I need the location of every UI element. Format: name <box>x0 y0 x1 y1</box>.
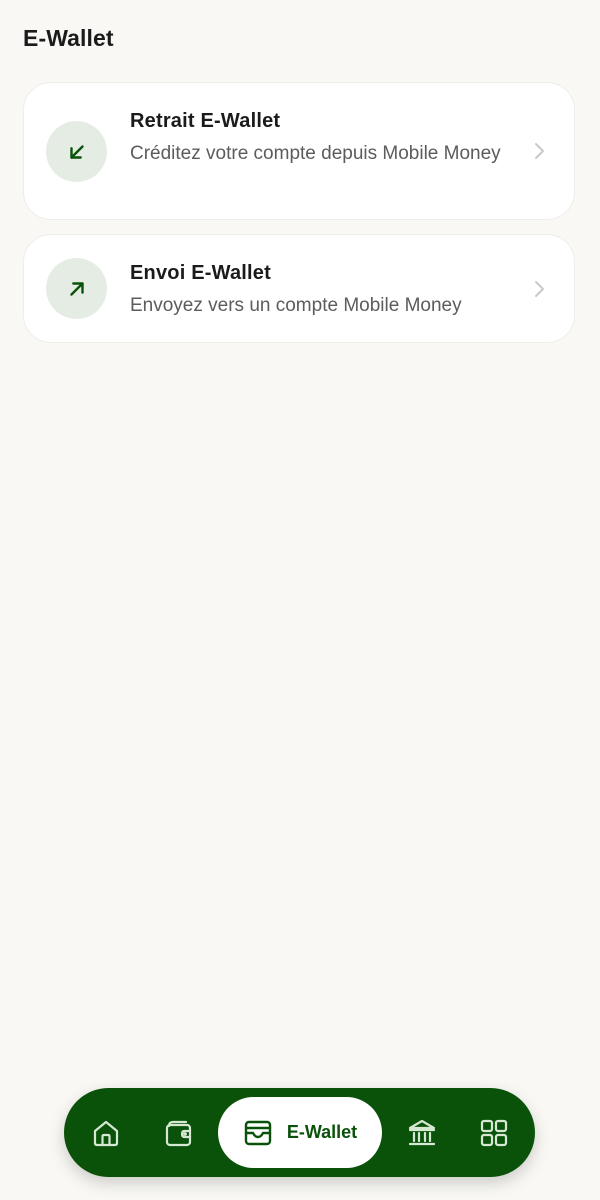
nav-apps[interactable] <box>469 1088 519 1177</box>
chevron-right-icon <box>535 281 544 297</box>
page-title: E-Wallet <box>23 25 114 51</box>
chevron-right-icon <box>535 143 544 159</box>
nav-bank[interactable] <box>397 1088 447 1177</box>
bottom-nav: E-Wallet <box>64 1088 535 1177</box>
envoi-icon-circle <box>46 258 107 319</box>
bank-icon <box>408 1119 436 1145</box>
arrow-down-left-icon <box>69 144 84 159</box>
grid-icon <box>480 1119 508 1146</box>
nav-wallet[interactable] <box>154 1088 204 1177</box>
card-title: Retrait E-Wallet <box>130 110 281 132</box>
retrait-ewallet-card[interactable]: Retrait E-Wallet Créditez votre compte d… <box>23 82 575 220</box>
nav-e-wallet-label: E-Wallet <box>286 1122 358 1142</box>
nav-e-wallet[interactable]: E-Wallet <box>218 1097 382 1168</box>
arrow-up-right-icon <box>69 281 84 296</box>
retrait-icon-circle <box>46 121 107 182</box>
card-title: Envoi E-Wallet <box>130 262 271 284</box>
nav-home[interactable] <box>81 1088 131 1177</box>
envoi-ewallet-card[interactable]: Envoi E-Wallet Envoyez vers un compte Mo… <box>23 234 575 343</box>
card-description: Créditez votre compte depuis Mobile Mone… <box>130 143 501 164</box>
card-description: Envoyez vers un compte Mobile Money <box>130 295 462 316</box>
home-icon <box>93 1120 119 1146</box>
e-wallet-icon <box>244 1120 272 1145</box>
wallet-icon <box>165 1120 192 1146</box>
ewallet-screen: E-Wallet Retrait E-Wallet Créditez votre… <box>0 0 600 1200</box>
